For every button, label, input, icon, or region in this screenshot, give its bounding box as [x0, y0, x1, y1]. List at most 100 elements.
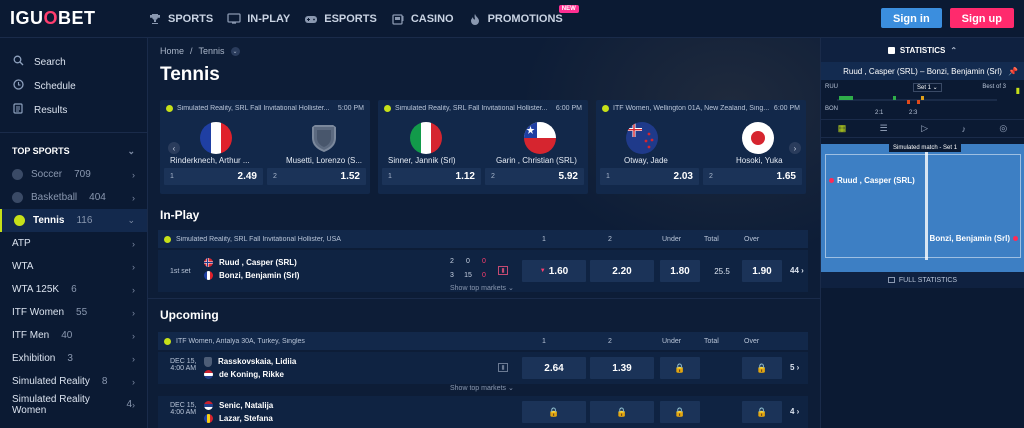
nav-esports[interactable]: ESPORTS — [304, 13, 377, 25]
chevron-down-icon: ⌄ — [127, 215, 135, 225]
player-name: Hosoki, Yuka — [736, 156, 783, 165]
tab-court-icon[interactable]: ▦ — [838, 123, 847, 134]
stats-match-title: Ruud , Casper (SRL) – Bonzi, Benjamin (S… — [821, 62, 1024, 80]
inplay-title: In-Play — [160, 208, 200, 222]
statistics-header[interactable]: STATISTICS ⌃ — [821, 38, 1024, 62]
shield-placeholder-icon — [204, 356, 212, 367]
chevron-down-icon[interactable]: ⌄ — [230, 46, 240, 56]
carousel-prev-button[interactable]: ‹ — [168, 142, 180, 154]
sidebar-item-exhibition[interactable]: Exhibition 3 › — [0, 347, 147, 370]
sidebar-search[interactable]: Search — [0, 50, 147, 74]
sign-in-button[interactable]: Sign in — [881, 8, 942, 28]
stats-chart-icon[interactable]: ▮ — [498, 363, 508, 372]
tab-list-icon[interactable]: ☰ — [880, 123, 888, 134]
sidebar-item-atp[interactable]: ATP › — [0, 232, 147, 255]
sidebar-schedule[interactable]: Schedule — [0, 74, 147, 98]
chevron-right-icon: › — [132, 353, 135, 364]
tab-serve-icon[interactable]: ▷ — [921, 123, 928, 134]
show-top-markets-link[interactable]: Show top markets ⌄ — [450, 384, 514, 392]
odds-button[interactable]: 2 1.52 — [267, 168, 366, 185]
odds-button-under[interactable]: 1.80 — [660, 260, 700, 282]
show-top-markets-link[interactable]: Show top markets ⌄ — [450, 284, 514, 292]
upcoming-match-row[interactable]: DEC 15, 4:00 AM Rasskovskaia, Lidiia de K… — [158, 352, 808, 384]
player-name: Garin , Christian (SRL) — [496, 156, 577, 165]
breadcrumb-home[interactable]: Home — [160, 46, 184, 56]
odds-button[interactable]: 2 1.65 — [703, 168, 802, 185]
sidebar-item-simulated-reality-women[interactable]: Simulated Reality Women 4 › — [0, 393, 147, 416]
lock-icon: 🔒 — [660, 357, 700, 379]
chevron-down-icon: ⌄ — [127, 145, 135, 156]
lock-icon: 🔒 — [742, 357, 782, 379]
main-nav: SPORTS IN-PLAY ESPORTS CASINO PROMOTIONS — [148, 4, 579, 25]
odds-button-1[interactable]: ▼ 1.60 — [522, 260, 586, 282]
full-statistics-button[interactable]: FULL STATISTICS — [821, 272, 1024, 288]
clock-icon — [12, 79, 24, 93]
stats-chart-icon[interactable]: ▮ — [498, 266, 508, 275]
odds-button[interactable]: 2 5.92 — [485, 168, 584, 185]
nav-inplay[interactable]: IN-PLAY — [227, 13, 290, 25]
sidebar-item-itf-men[interactable]: ITF Men 40 › — [0, 324, 147, 347]
sidebar-item-soccer[interactable]: Soccer 709 › — [0, 163, 147, 186]
court-net — [925, 152, 928, 260]
sidebar-item-simulated-reality[interactable]: Simulated Reality 8 › — [0, 370, 147, 393]
search-icon — [12, 55, 24, 69]
odds-button[interactable]: 1 2.03 — [600, 168, 699, 185]
page-title: Tennis — [160, 64, 220, 85]
sidebar-item-wta-125k[interactable]: WTA 125K 6 › — [0, 278, 147, 301]
sidebar-results[interactable]: Results — [0, 98, 147, 122]
odds-button-1[interactable]: 2.64 — [522, 357, 586, 379]
chevron-right-icon: › — [132, 284, 135, 295]
odds-button[interactable]: 1 1.12 — [382, 168, 481, 185]
brand-logo[interactable]: IGUOBET — [0, 8, 148, 29]
set-selector[interactable]: Set 1 ⌄ — [913, 83, 942, 92]
nav-sports[interactable]: SPORTS — [148, 13, 213, 25]
document-icon — [12, 103, 24, 117]
sidebar-divider — [0, 132, 147, 133]
odds-button[interactable]: 1 2.49 — [164, 168, 263, 185]
nav-casino[interactable]: CASINO — [391, 13, 454, 25]
momentum-graph: RUU BON Set 1 ⌄ Best of 3 ▮ 2:1 2:3 — [821, 80, 1024, 120]
pin-icon[interactable]: 📌 — [1008, 67, 1018, 76]
total-value: 25.5 — [714, 266, 730, 276]
player-name: Rinderknech, Arthur ... — [170, 156, 250, 165]
more-markets-link[interactable]: 44 › — [790, 266, 804, 275]
new-badge: NEW — [558, 4, 579, 13]
flag-new-zealand-icon — [626, 122, 658, 154]
stats-tabs: ▦ ☰ ▷ ♪ ◎ — [821, 120, 1024, 138]
upcoming-title: Upcoming — [160, 308, 219, 322]
tab-microphone-icon[interactable]: ♪ — [961, 124, 966, 134]
statistics-panel: STATISTICS ⌃ Ruud , Casper (SRL) – Bonzi… — [820, 38, 1024, 428]
chevron-right-icon: › — [132, 330, 135, 341]
top-bar: IGUOBET SPORTS IN-PLAY ESPORTS CASINO PR… — [0, 0, 1024, 38]
sidebar: Search Schedule Results TOP SPORTS ⌄ Soc… — [0, 38, 148, 428]
lock-icon: 🔒 — [742, 401, 782, 423]
carousel-next-button[interactable]: › — [789, 142, 801, 154]
breadcrumb: Home / Tennis ⌄ — [160, 46, 240, 56]
nav-promotions[interactable]: PROMOTIONS NEW — [468, 4, 579, 25]
chevron-right-icon: › — [132, 238, 135, 249]
flag-france-icon — [200, 122, 232, 154]
soccer-ball-icon — [12, 169, 23, 180]
odds-button-2[interactable]: 1.39 — [590, 357, 654, 379]
featured-match-card[interactable]: Simulated Reality, SRL Fall Invitational… — [160, 100, 370, 194]
upcoming-match-row[interactable]: DEC 15, 4:00 AM Senic, Natalija Lazar, St… — [158, 396, 808, 428]
stats-chart-icon — [887, 277, 895, 283]
flag-japan-icon — [742, 122, 774, 154]
sidebar-item-tennis[interactable]: Tennis 116 ⌄ — [0, 209, 147, 232]
featured-match-card[interactable]: Simulated Reality, SRL Fall Invitational… — [378, 100, 588, 194]
odds-button-over[interactable]: 1.90 — [742, 260, 782, 282]
sidebar-item-wta[interactable]: WTA › — [0, 255, 147, 278]
odds-button-2[interactable]: 2.20 — [590, 260, 654, 282]
sidebar-section-top-sports[interactable]: TOP SPORTS ⌄ — [0, 139, 147, 163]
gamepad-icon — [304, 13, 318, 25]
sign-up-button[interactable]: Sign up — [949, 8, 1014, 28]
tennis-ball-icon — [384, 104, 391, 112]
sidebar-item-itf-women[interactable]: ITF Women 55 › — [0, 301, 147, 324]
lock-icon: 🔒 — [590, 401, 654, 423]
featured-match-card[interactable]: ITF Women, Wellington 01A, New Zealand, … — [596, 100, 806, 194]
sidebar-item-basketball[interactable]: Basketball 404 › — [0, 186, 147, 209]
tab-ball-icon[interactable]: ◎ — [999, 123, 1007, 134]
flag-chile-icon — [524, 122, 556, 154]
more-markets-link[interactable]: 4 › — [790, 407, 799, 416]
more-markets-link[interactable]: 5 › — [790, 363, 799, 372]
